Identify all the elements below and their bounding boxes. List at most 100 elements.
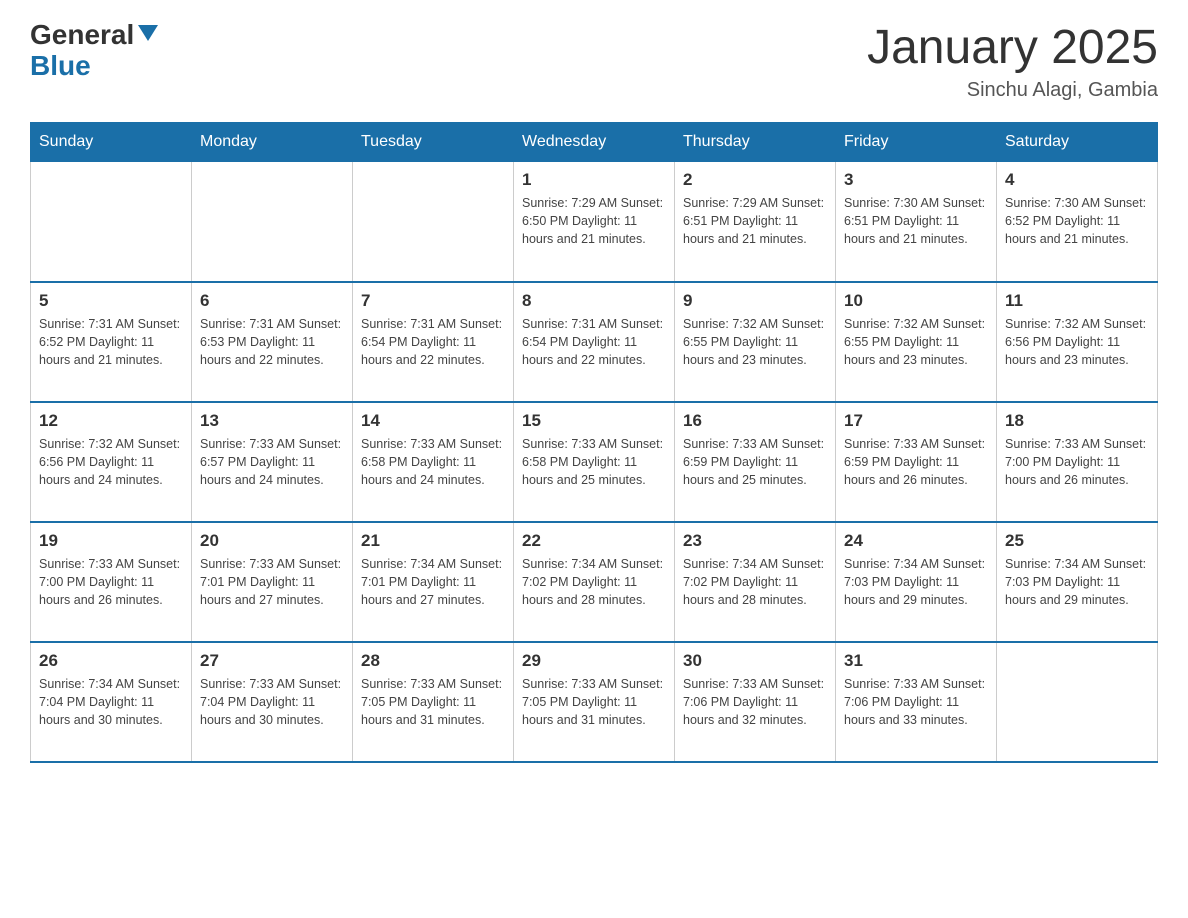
calendar-cell: 19 Sunrise: 7:33 AM Sunset: 7:00 PM Dayli… — [31, 522, 192, 642]
day-info: Sunrise: 7:32 AM Sunset: 6:56 PM Dayligh… — [1005, 315, 1149, 369]
calendar-cell: 25 Sunrise: 7:34 AM Sunset: 7:03 PM Dayli… — [997, 522, 1158, 642]
day-info: Sunrise: 7:33 AM Sunset: 6:59 PM Dayligh… — [844, 435, 988, 489]
day-info: Sunrise: 7:33 AM Sunset: 6:58 PM Dayligh… — [522, 435, 666, 489]
day-info: Sunrise: 7:29 AM Sunset: 6:50 PM Dayligh… — [522, 194, 666, 248]
calendar-cell: 7Sunrise: 7:31 AM Sunset: 6:54 PM Daylig… — [353, 282, 514, 402]
calendar-cell: 21 Sunrise: 7:34 AM Sunset: 7:01 PM Dayli… — [353, 522, 514, 642]
calendar-week-row: 12Sunrise: 7:32 AM Sunset: 6:56 PM Dayli… — [31, 402, 1158, 522]
day-info: Sunrise: 7:34 AM Sunset: 7:03 PM Dayligh… — [844, 555, 988, 609]
day-number: 31 — [844, 651, 988, 671]
day-number: 28 — [361, 651, 505, 671]
day-number: 9 — [683, 291, 827, 311]
day-number: 13 — [200, 411, 344, 431]
day-number: 17 — [844, 411, 988, 431]
day-info: Sunrise: 7:33 AM Sunset: 7:00 PM Dayligh… — [1005, 435, 1149, 489]
col-tuesday: Tuesday — [353, 123, 514, 162]
col-thursday: Thursday — [675, 123, 836, 162]
day-number: 10 — [844, 291, 988, 311]
calendar-cell: 3 Sunrise: 7:30 AM Sunset: 6:51 PM Daylig… — [836, 162, 997, 282]
calendar-cell: 28 Sunrise: 7:33 AM Sunset: 7:05 PM Dayli… — [353, 642, 514, 762]
day-info: Sunrise: 7:33 AM Sunset: 7:06 PM Dayligh… — [844, 675, 988, 729]
day-number: 5 — [39, 291, 183, 311]
day-info: Sunrise: 7:34 AM Sunset: 7:04 PM Dayligh… — [39, 675, 183, 729]
calendar-cell: 11Sunrise: 7:32 AM Sunset: 6:56 PM Dayli… — [997, 282, 1158, 402]
calendar-header-row: Sunday Monday Tuesday Wednesday Thursday… — [31, 123, 1158, 162]
day-number: 16 — [683, 411, 827, 431]
calendar-cell: 18 Sunrise: 7:33 AM Sunset: 7:00 PM Dayli… — [997, 402, 1158, 522]
logo-blue: Blue — [30, 50, 91, 81]
calendar-cell — [997, 642, 1158, 762]
day-number: 24 — [844, 531, 988, 551]
calendar-cell: 10Sunrise: 7:32 AM Sunset: 6:55 PM Dayli… — [836, 282, 997, 402]
page-header: General Blue January 2025 Sinchu Alagi, … — [30, 20, 1158, 102]
day-number: 19 — [39, 531, 183, 551]
calendar-subtitle: Sinchu Alagi, Gambia — [867, 79, 1158, 102]
day-number: 23 — [683, 531, 827, 551]
calendar-cell: 30 Sunrise: 7:33 AM Sunset: 7:06 PM Dayli… — [675, 642, 836, 762]
day-info: Sunrise: 7:30 AM Sunset: 6:51 PM Dayligh… — [844, 194, 988, 248]
day-info: Sunrise: 7:33 AM Sunset: 7:06 PM Dayligh… — [683, 675, 827, 729]
calendar-cell: 4Sunrise: 7:30 AM Sunset: 6:52 PM Daylig… — [997, 162, 1158, 282]
calendar-cell: 1Sunrise: 7:29 AM Sunset: 6:50 PM Daylig… — [514, 162, 675, 282]
calendar-cell: 13 Sunrise: 7:33 AM Sunset: 6:57 PM Dayli… — [192, 402, 353, 522]
day-info: Sunrise: 7:30 AM Sunset: 6:52 PM Dayligh… — [1005, 194, 1149, 248]
calendar-cell: 15 Sunrise: 7:33 AM Sunset: 6:58 PM Dayli… — [514, 402, 675, 522]
logo: General Blue — [30, 20, 159, 82]
col-friday: Friday — [836, 123, 997, 162]
day-number: 15 — [522, 411, 666, 431]
calendar-cell: 22Sunrise: 7:34 AM Sunset: 7:02 PM Dayli… — [514, 522, 675, 642]
day-info: Sunrise: 7:34 AM Sunset: 7:02 PM Dayligh… — [683, 555, 827, 609]
calendar-cell: 12Sunrise: 7:32 AM Sunset: 6:56 PM Dayli… — [31, 402, 192, 522]
calendar-week-row: 5 Sunrise: 7:31 AM Sunset: 6:52 PM Daylig… — [31, 282, 1158, 402]
day-number: 3 — [844, 170, 988, 190]
day-info: Sunrise: 7:33 AM Sunset: 6:59 PM Dayligh… — [683, 435, 827, 489]
calendar-cell: 6 Sunrise: 7:31 AM Sunset: 6:53 PM Daylig… — [192, 282, 353, 402]
calendar-cell: 14Sunrise: 7:33 AM Sunset: 6:58 PM Dayli… — [353, 402, 514, 522]
day-info: Sunrise: 7:33 AM Sunset: 7:00 PM Dayligh… — [39, 555, 183, 609]
day-number: 12 — [39, 411, 183, 431]
calendar-cell: 17 Sunrise: 7:33 AM Sunset: 6:59 PM Dayli… — [836, 402, 997, 522]
calendar-cell: 2 Sunrise: 7:29 AM Sunset: 6:51 PM Daylig… — [675, 162, 836, 282]
day-number: 22 — [522, 531, 666, 551]
calendar-title: January 2025 — [867, 20, 1158, 75]
day-number: 18 — [1005, 411, 1149, 431]
day-number: 2 — [683, 170, 827, 190]
day-info: Sunrise: 7:33 AM Sunset: 7:01 PM Dayligh… — [200, 555, 344, 609]
day-number: 20 — [200, 531, 344, 551]
calendar-week-row: 19 Sunrise: 7:33 AM Sunset: 7:00 PM Dayli… — [31, 522, 1158, 642]
day-info: Sunrise: 7:33 AM Sunset: 7:05 PM Dayligh… — [522, 675, 666, 729]
calendar-cell — [353, 162, 514, 282]
calendar-cell: 31 Sunrise: 7:33 AM Sunset: 7:06 PM Dayli… — [836, 642, 997, 762]
day-info: Sunrise: 7:29 AM Sunset: 6:51 PM Dayligh… — [683, 194, 827, 248]
day-info: Sunrise: 7:34 AM Sunset: 7:01 PM Dayligh… — [361, 555, 505, 609]
day-info: Sunrise: 7:34 AM Sunset: 7:03 PM Dayligh… — [1005, 555, 1149, 609]
calendar-cell: 8Sunrise: 7:31 AM Sunset: 6:54 PM Daylig… — [514, 282, 675, 402]
day-number: 30 — [683, 651, 827, 671]
calendar-cell: 9 Sunrise: 7:32 AM Sunset: 6:55 PM Daylig… — [675, 282, 836, 402]
calendar-cell — [192, 162, 353, 282]
calendar-cell: 5 Sunrise: 7:31 AM Sunset: 6:52 PM Daylig… — [31, 282, 192, 402]
day-info: Sunrise: 7:31 AM Sunset: 6:52 PM Dayligh… — [39, 315, 183, 369]
day-number: 8 — [522, 291, 666, 311]
logo-general: General — [30, 20, 134, 51]
calendar-cell: 23 Sunrise: 7:34 AM Sunset: 7:02 PM Dayli… — [675, 522, 836, 642]
calendar-cell — [31, 162, 192, 282]
calendar-cell: 16 Sunrise: 7:33 AM Sunset: 6:59 PM Dayli… — [675, 402, 836, 522]
day-info: Sunrise: 7:31 AM Sunset: 6:53 PM Dayligh… — [200, 315, 344, 369]
calendar-week-row: 26 Sunrise: 7:34 AM Sunset: 7:04 PM Dayli… — [31, 642, 1158, 762]
calendar-cell: 26 Sunrise: 7:34 AM Sunset: 7:04 PM Dayli… — [31, 642, 192, 762]
calendar-cell: 27Sunrise: 7:33 AM Sunset: 7:04 PM Dayli… — [192, 642, 353, 762]
day-number: 26 — [39, 651, 183, 671]
day-info: Sunrise: 7:32 AM Sunset: 6:55 PM Dayligh… — [683, 315, 827, 369]
col-saturday: Saturday — [997, 123, 1158, 162]
day-number: 25 — [1005, 531, 1149, 551]
calendar-week-row: 1Sunrise: 7:29 AM Sunset: 6:50 PM Daylig… — [31, 162, 1158, 282]
day-number: 6 — [200, 291, 344, 311]
day-info: Sunrise: 7:33 AM Sunset: 6:57 PM Dayligh… — [200, 435, 344, 489]
col-wednesday: Wednesday — [514, 123, 675, 162]
day-number: 7 — [361, 291, 505, 311]
calendar-cell: 20 Sunrise: 7:33 AM Sunset: 7:01 PM Dayli… — [192, 522, 353, 642]
title-section: January 2025 Sinchu Alagi, Gambia — [867, 20, 1158, 102]
day-info: Sunrise: 7:33 AM Sunset: 7:05 PM Dayligh… — [361, 675, 505, 729]
day-number: 21 — [361, 531, 505, 551]
